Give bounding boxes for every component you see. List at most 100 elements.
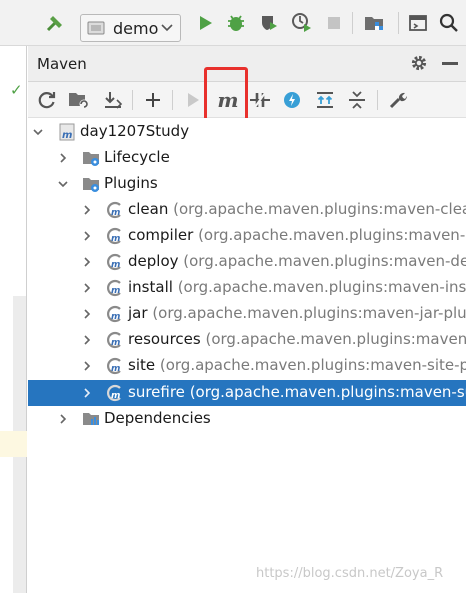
chevron-right-icon[interactable]: [82, 309, 92, 319]
run-icon[interactable]: [190, 8, 220, 38]
chevron-down-icon[interactable]: [58, 179, 68, 189]
plugin-name: deploy: [128, 252, 179, 270]
tree-root-label: day1207Study: [80, 122, 190, 140]
svg-text:m: m: [111, 208, 120, 218]
tree-lifecycle-label: Lifecycle: [104, 148, 170, 166]
add-icon[interactable]: [140, 86, 166, 114]
settings-icon[interactable]: [410, 54, 428, 76]
checkmark-icon: ✓: [10, 81, 23, 99]
chevron-right-icon[interactable]: [82, 231, 92, 241]
chevron-right-icon[interactable]: [58, 153, 68, 163]
chevron-right-icon[interactable]: [82, 257, 92, 267]
plugin-detail: (org.apache.maven.plugins:maven-instal: [177, 278, 466, 296]
watermark: https://blog.csdn.net/Zoya_R: [256, 566, 444, 581]
tree-root[interactable]: m day1207Study: [28, 119, 466, 145]
svg-text:m: m: [111, 286, 120, 296]
show-dependencies-icon[interactable]: [312, 86, 338, 114]
plugin-detail: (org.apache.maven.plugins:maven-site-plu: [159, 356, 466, 374]
plugin-name: install: [128, 278, 173, 296]
plugin-name: resources: [128, 330, 201, 348]
plugin-icon: m: [107, 279, 121, 297]
reload-icon[interactable]: [34, 86, 60, 114]
plugin-name: clean: [128, 200, 169, 218]
maven-project-icon: m: [59, 123, 75, 141]
plugin-name: jar: [128, 304, 148, 322]
svg-text:m: m: [111, 234, 120, 244]
run-config-label: demo: [113, 18, 159, 38]
maven-tree[interactable]: m day1207Study Lifecycle Plugins m clean…: [28, 118, 466, 593]
toolbar-divider: [377, 90, 378, 110]
tree-plugins-label: Plugins: [104, 174, 158, 192]
plugin-icon: m: [107, 253, 121, 271]
svg-text:m: m: [111, 260, 120, 270]
minimize-icon[interactable]: [442, 62, 458, 65]
collapse-all-icon[interactable]: [344, 86, 370, 114]
download-icon[interactable]: [100, 86, 126, 114]
editor-gutter: [0, 46, 27, 593]
tree-plugins[interactable]: Plugins: [28, 171, 466, 197]
gutter-current-line: [0, 431, 27, 457]
toolbar-divider: [398, 12, 399, 34]
svg-text:m: m: [111, 338, 120, 348]
project-structure-icon[interactable]: [360, 8, 390, 38]
plugin-name: compiler: [128, 226, 194, 244]
tree-plugin-item-selected[interactable]: m surefire (org.apache.maven.plugins:mav…: [28, 380, 466, 406]
chevron-right-icon[interactable]: [82, 335, 92, 345]
plugin-icon: m: [107, 305, 121, 323]
svg-text:m: m: [111, 391, 120, 401]
plugin-icon: m: [107, 331, 121, 349]
tree-plugin-item[interactable]: m deploy (org.apache.maven.plugins:maven…: [28, 249, 466, 275]
plugin-detail: (org.apache.maven.plugins:maven-dep: [183, 252, 466, 270]
plugin-detail: (org.apache.maven.plugins:maven-co: [198, 226, 466, 244]
coverage-icon[interactable]: [254, 8, 284, 38]
tree-plugin-item[interactable]: m resources (org.apache.maven.plugins:ma…: [28, 327, 466, 353]
skip-tests-icon[interactable]: [279, 86, 305, 114]
tree-plugin-item[interactable]: m compiler (org.apache.maven.plugins:mav…: [28, 223, 466, 249]
search-icon[interactable]: [434, 8, 464, 38]
plugin-detail: (org.apache.maven.plugins:maven-sure: [189, 383, 466, 401]
generate-sources-icon[interactable]: [66, 86, 92, 114]
plugin-icon: m: [107, 384, 121, 402]
chevron-right-icon[interactable]: [58, 414, 68, 424]
maven-settings-icon[interactable]: [385, 86, 411, 114]
dependencies-folder-icon: [83, 413, 99, 425]
stop-icon[interactable]: [319, 8, 349, 38]
tree-plugin-item[interactable]: m site (org.apache.maven.plugins:maven-s…: [28, 353, 466, 379]
chevron-right-icon[interactable]: [82, 283, 92, 293]
plugins-folder-icon: [83, 178, 99, 192]
svg-text:m: m: [111, 312, 120, 322]
chevron-down-icon[interactable]: [33, 127, 43, 137]
tree-lifecycle[interactable]: Lifecycle: [28, 145, 466, 171]
toolbar-divider: [132, 90, 133, 110]
tree-dependencies-label: Dependencies: [104, 409, 211, 427]
plugin-detail: (org.apache.maven.plugins:maven-re: [205, 330, 466, 348]
run-maven-icon[interactable]: [180, 86, 206, 114]
tree-plugin-item[interactable]: m jar (org.apache.maven.plugins:maven-ja…: [28, 301, 466, 327]
toolbar-divider: [172, 90, 173, 110]
main-toolbar: demo: [0, 0, 466, 46]
svg-text:m: m: [111, 364, 120, 374]
build-icon[interactable]: [40, 8, 70, 38]
plugin-name: surefire: [128, 383, 185, 401]
plugin-icon: m: [107, 201, 121, 219]
svg-text:m: m: [62, 130, 72, 141]
plugin-icon: m: [107, 357, 121, 375]
profile-icon[interactable]: [287, 8, 317, 38]
tree-plugin-item[interactable]: m clean (org.apache.maven.plugins:maven-…: [28, 197, 466, 223]
chevron-right-icon[interactable]: [82, 388, 92, 398]
tree-dependencies[interactable]: Dependencies: [28, 406, 466, 432]
plugin-detail: (org.apache.maven.plugins:maven-jar-plug…: [152, 304, 466, 322]
chevron-right-icon[interactable]: [82, 205, 92, 215]
debug-icon[interactable]: [221, 8, 251, 38]
plugin-detail: (org.apache.maven.plugins:maven-clean-: [173, 200, 466, 218]
toolbar-divider: [352, 12, 353, 34]
layout-icon[interactable]: [403, 8, 433, 38]
panel-title: Maven: [37, 55, 87, 73]
lifecycle-folder-icon: [83, 152, 99, 166]
chevron-down-icon: [161, 24, 173, 32]
chevron-right-icon[interactable]: [82, 361, 92, 371]
toggle-offline-icon[interactable]: [247, 86, 273, 114]
config-icon: [87, 21, 105, 35]
tree-plugin-item[interactable]: m install (org.apache.maven.plugins:mave…: [28, 275, 466, 301]
run-config-select[interactable]: demo: [80, 14, 181, 42]
